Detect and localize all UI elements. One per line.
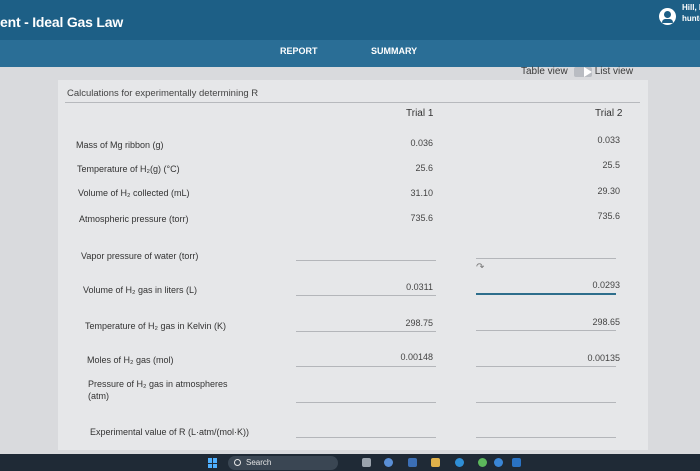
edge-icon[interactable] (455, 458, 464, 467)
calculations-card: Calculations for experimentally determin… (58, 80, 648, 450)
title-divider (65, 102, 640, 103)
trial2-temperature-k-underline (476, 330, 616, 331)
trial1-pressure-atm-input[interactable] (296, 402, 436, 403)
row-label-moles: Moles of H₂ gas (mol) (87, 355, 174, 365)
mouse-cursor-icon: ↷ (476, 262, 485, 273)
trial1-experimental-r-input[interactable] (296, 437, 436, 438)
taskbar-app-icon[interactable] (408, 458, 417, 467)
trial1-temperature-k[interactable]: 298.75 (373, 318, 433, 328)
trial1-temperature-k-underline (296, 331, 436, 332)
taskbar-app-icon[interactable] (384, 458, 393, 467)
trial1-volume-l[interactable]: 0.0311 (373, 282, 433, 292)
trial2-temperature-c[interactable]: 25.5 (560, 160, 620, 170)
row-label-experimental-r: Experimental value of R (L·atm/(mol·K)) (90, 427, 250, 437)
row-label-temperature-c: Temperature of H₂(g) (°C) (77, 164, 180, 174)
row-label-mass-mg: Mass of Mg ribbon (g) (76, 140, 164, 150)
user-id: hunter (682, 14, 700, 23)
row-label-pressure-atm: Pressure of H₂ gas in atmospheres (88, 379, 228, 389)
trial1-volume-l-underline (296, 295, 436, 296)
row-label-atmospheric-pressure: Atmospheric pressure (torr) (79, 214, 189, 224)
row-label-pressure-atm-unit: (atm) (88, 391, 109, 401)
chrome-icon[interactable] (478, 458, 487, 467)
trial2-volume-ml[interactable]: 29.30 (560, 186, 620, 196)
app-header: ent - Ideal Gas Law Hill, H hunter (0, 0, 700, 40)
column-header-trial-1: Trial 1 (406, 108, 434, 119)
trial1-vapor-pressure-input[interactable] (296, 260, 436, 261)
row-label-temperature-k: Temperature of H₂ gas in Kelvin (K) (85, 321, 227, 331)
trial1-atmospheric-pressure[interactable]: 735.6 (373, 213, 433, 223)
user-name: Hill, H (682, 3, 700, 12)
taskbar-search[interactable]: Search (228, 456, 338, 470)
tab-bar: REPORT SUMMARY (0, 40, 700, 67)
trial2-moles[interactable]: 0.00135 (560, 353, 620, 363)
row-label-vapor-pressure: Vapor pressure of water (torr) (81, 251, 199, 261)
trial2-atmospheric-pressure[interactable]: 735.6 (560, 211, 620, 221)
folder-icon[interactable] (431, 458, 440, 467)
tab-report[interactable]: REPORT (280, 46, 318, 56)
view-toggle: Table view List view (521, 66, 633, 77)
trial2-temperature-k[interactable]: 298.65 (560, 317, 620, 327)
row-label-volume-l: Volume of H₂ gas in liters (L) (83, 285, 198, 295)
trial2-pressure-atm-input[interactable] (476, 402, 616, 403)
trial2-experimental-r-input[interactable] (476, 437, 616, 438)
row-label-volume-ml: Volume of H₂ collected (mL) (78, 188, 190, 198)
trial2-mass-mg[interactable]: 0.033 (560, 135, 620, 145)
trial1-volume-ml[interactable]: 31.10 (373, 188, 433, 198)
trial2-volume-l[interactable]: 0.0293 (560, 280, 620, 290)
column-header-trial-2: Trial 2 (595, 108, 623, 119)
trial2-vapor-pressure-input[interactable] (476, 258, 616, 259)
windows-start-icon[interactable] (208, 458, 218, 468)
trial1-moles[interactable]: 0.00148 (373, 352, 433, 362)
user-avatar-icon[interactable] (659, 8, 676, 25)
taskbar-app-icon[interactable] (494, 458, 503, 467)
table-view-option[interactable]: Table view (521, 66, 568, 77)
trial1-temperature-c[interactable]: 25.6 (373, 163, 433, 173)
taskbar: Search (0, 454, 700, 471)
trial1-mass-mg[interactable]: 0.036 (373, 138, 433, 148)
card-title: Calculations for experimentally determin… (67, 88, 259, 99)
list-view-option[interactable]: List view (595, 66, 633, 77)
tab-summary[interactable]: SUMMARY (371, 46, 417, 56)
trial1-moles-underline (296, 366, 436, 367)
store-icon[interactable] (512, 458, 521, 467)
taskbar-app-icon[interactable] (362, 458, 371, 467)
trial2-volume-l-underline (476, 293, 616, 295)
user-menu[interactable]: Hill, H hunter (659, 2, 700, 25)
view-toggle-switch[interactable] (573, 66, 592, 77)
search-icon (234, 459, 241, 466)
taskbar-search-label: Search (246, 458, 272, 467)
trial2-moles-underline (476, 366, 616, 367)
page-title: ent - Ideal Gas Law (0, 14, 124, 30)
